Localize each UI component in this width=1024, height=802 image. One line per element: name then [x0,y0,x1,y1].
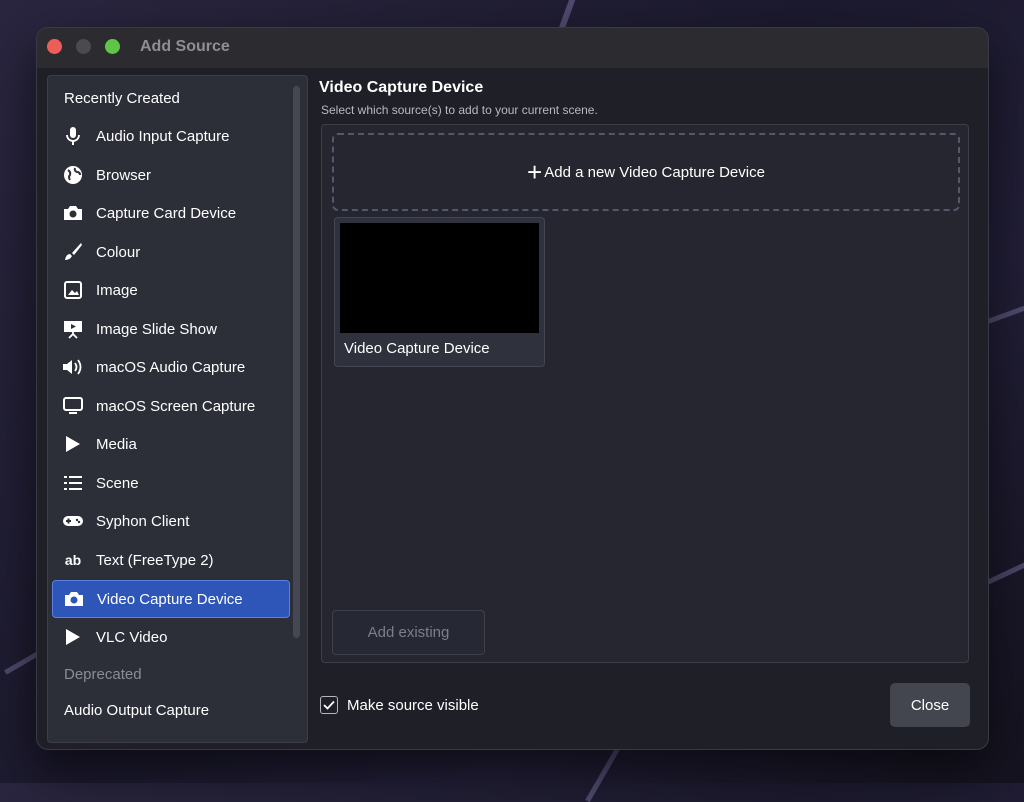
source-item-image[interactable]: Image [52,272,288,308]
title-bar: Add Source [37,28,988,68]
source-item-label: Video Capture Device [97,590,243,608]
microphone-icon [62,125,84,147]
recently-created-header: Recently Created [64,90,180,107]
source-thumbnail [340,223,539,333]
wallpaper-streak [585,747,620,802]
list-icon [62,472,84,494]
deprecated-header: Deprecated [64,666,142,683]
source-item-image-slide-show[interactable]: Image Slide Show [52,311,288,347]
source-item-label: Syphon Client [96,512,190,530]
source-type-title: Video Capture Device [319,79,484,96]
source-item-text-freetype-2[interactable]: ab Text (FreeType 2) [52,542,288,578]
text-icon: ab [64,552,82,568]
speaker-icon [62,356,84,378]
source-type-subtitle: Select which source(s) to add to your cu… [321,103,598,117]
monitor-icon [62,395,84,417]
source-item-audio-output-capture[interactable]: Audio Output Capture [64,702,209,719]
plus-icon: + [527,157,543,187]
source-item-label: Browser [96,166,152,184]
source-item-macos-screen-capture[interactable]: macOS Screen Capture [52,388,288,424]
camera-icon [63,588,85,610]
source-item-capture-card-device[interactable]: Capture Card Device [52,195,288,231]
source-item-label: macOS Audio Capture [96,358,246,376]
source-item-label: Image Slide Show [96,320,217,338]
source-item-label: Scene [96,474,139,492]
source-item-media[interactable]: Media [52,426,288,462]
source-item-vlc-video[interactable]: VLC Video [52,619,288,655]
make-source-visible-option[interactable]: Make source visible [320,696,479,714]
gamepad-icon [62,510,84,532]
source-item-label: Text (FreeType 2) [96,551,214,569]
window-title: Add Source [140,38,230,55]
camera-icon [62,202,84,224]
globe-icon [62,164,84,186]
add-source-dialog: Add Source Recently Created Audio Input … [36,27,989,750]
source-type-list: Recently Created Audio Input Capture Bro… [47,75,308,743]
make-source-visible-label: Make source visible [347,696,479,714]
add-new-source-label: Add a new Video Capture Device [544,163,765,181]
source-item-label: macOS Screen Capture [96,397,256,415]
source-item-label: Image [96,281,138,299]
source-item-colour[interactable]: Colour [52,234,288,270]
slideshow-icon [62,318,84,340]
maximize-window-button[interactable] [105,39,120,54]
sources-panel: + Add a new Video Capture Device Video C… [321,124,969,663]
source-item-browser[interactable]: Browser [52,157,288,193]
existing-source-card[interactable]: Video Capture Device [334,217,545,367]
existing-source-label: Video Capture Device [344,340,490,357]
source-item-label: Capture Card Device [96,204,237,222]
paintbrush-icon [62,241,84,263]
source-item-video-capture-device[interactable]: Video Capture Device [52,580,290,618]
source-item-label: Audio Input Capture [96,127,230,145]
source-item-label: Media [96,435,137,453]
source-item-syphon-client[interactable]: Syphon Client [52,503,288,539]
minimize-window-button[interactable] [76,39,91,54]
image-icon [62,279,84,301]
close-button[interactable]: Close [890,683,970,727]
source-item-macos-audio-capture[interactable]: macOS Audio Capture [52,349,288,385]
play-icon [62,626,84,648]
checkmark-icon [323,700,335,710]
source-item-audio-input-capture[interactable]: Audio Input Capture [52,118,288,154]
add-existing-button[interactable]: Add existing [332,610,485,655]
source-item-label: VLC Video [96,628,168,646]
play-icon [62,433,84,455]
sidebar-scrollbar[interactable] [293,86,300,638]
source-item-scene[interactable]: Scene [52,465,288,501]
close-window-button[interactable] [47,39,62,54]
source-item-label: Colour [96,243,141,261]
add-new-source-button[interactable]: + Add a new Video Capture Device [332,133,960,211]
make-source-visible-checkbox[interactable] [320,696,338,714]
